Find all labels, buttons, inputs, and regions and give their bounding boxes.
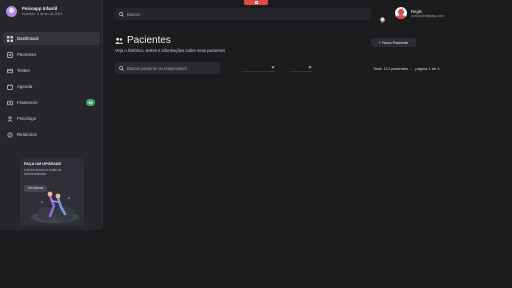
finance-badge: 99 [86,99,95,106]
bell-icon[interactable] [379,10,386,23]
avatar [395,7,407,19]
brand-logo [6,6,17,17]
global-search[interactable] [115,8,371,20]
upgrade-text: e tenha acesso a todas as funcionalidade… [24,168,62,176]
patient-search-input[interactable] [127,65,217,71]
patients-icon [7,51,13,58]
sidebar-item-agenda[interactable]: Agenda [3,80,100,93]
page-header: Pacientes Veja o histórico, testes e inf… [115,35,225,53]
reports-icon [7,132,13,138]
sidebar-item-financeiro[interactable]: Financeiro 99 [3,96,100,109]
search-icon [119,11,124,17]
page-indicator: página 1 de 4 [415,66,440,71]
finance-icon [7,100,13,106]
tests-icon [7,68,13,74]
search-icon [119,65,124,71]
users-icon [115,37,123,44]
upgrade-illustration [31,191,79,223]
sidebar-item-label: Dashboard [17,36,39,41]
pagination-info: Total: 112 pacientes | página 1 de 4 [373,66,440,71]
sidebar-item-pacientes[interactable]: Pacientes [3,48,100,61]
filter-select-2[interactable] [290,64,312,72]
app-subtitle: expirado: 3 de fev de 2024 [22,12,63,16]
sidebar-item-label: Financeiro [17,100,38,105]
sidebar-item-label: Testes [17,68,30,73]
user-menu[interactable]: Regis contato@regisapp.com [395,7,444,19]
sidebar-item-dashboard[interactable]: Dashboard [3,32,100,45]
window-tab[interactable] [244,0,268,5]
pager-separator: | [411,66,413,71]
sidebar-item-psicologo[interactable]: Psicólogo [3,112,100,125]
chevron-down-icon [271,66,275,69]
sidebar-item-testes[interactable]: Testes [3,64,100,77]
search-input[interactable] [127,11,347,17]
calendar-icon [7,83,13,90]
page-title: Pacientes [127,35,171,46]
user-email: contato@regisapp.com [411,13,444,18]
upgrade-card: FAÇA UM UPGRADE e tenha acesso a todas a… [20,158,84,226]
upgrade-title: FAÇA UM UPGRADE [24,162,62,166]
total-count: Total: 112 pacientes [373,66,409,71]
user-icon [7,115,13,122]
chevron-down-icon [308,66,312,69]
page-subtitle: Veja o histórico, testes e informações s… [115,48,226,53]
filter-select-1[interactable] [242,64,275,72]
patient-search[interactable] [115,62,220,74]
sidebar-nav: Dashboard Pacientes Testes Agenda Financ… [3,32,100,144]
brand[interactable]: Psicoapp Infantil expirado: 3 de fev de … [6,6,62,17]
sidebar-item-label: Relatórios [17,132,37,137]
grid-icon [7,35,13,42]
sidebar-item-label: Pacientes [17,52,37,57]
sidebar-item-relatorios[interactable]: Relatórios [3,128,100,141]
sidebar-item-label: Agenda [17,84,33,89]
sidebar-item-label: Psicólogo [17,116,37,121]
sidebar: Psicoapp Infantil expirado: 3 de fev de … [0,0,103,230]
new-patient-button[interactable]: + Novo Paciente [371,38,416,47]
